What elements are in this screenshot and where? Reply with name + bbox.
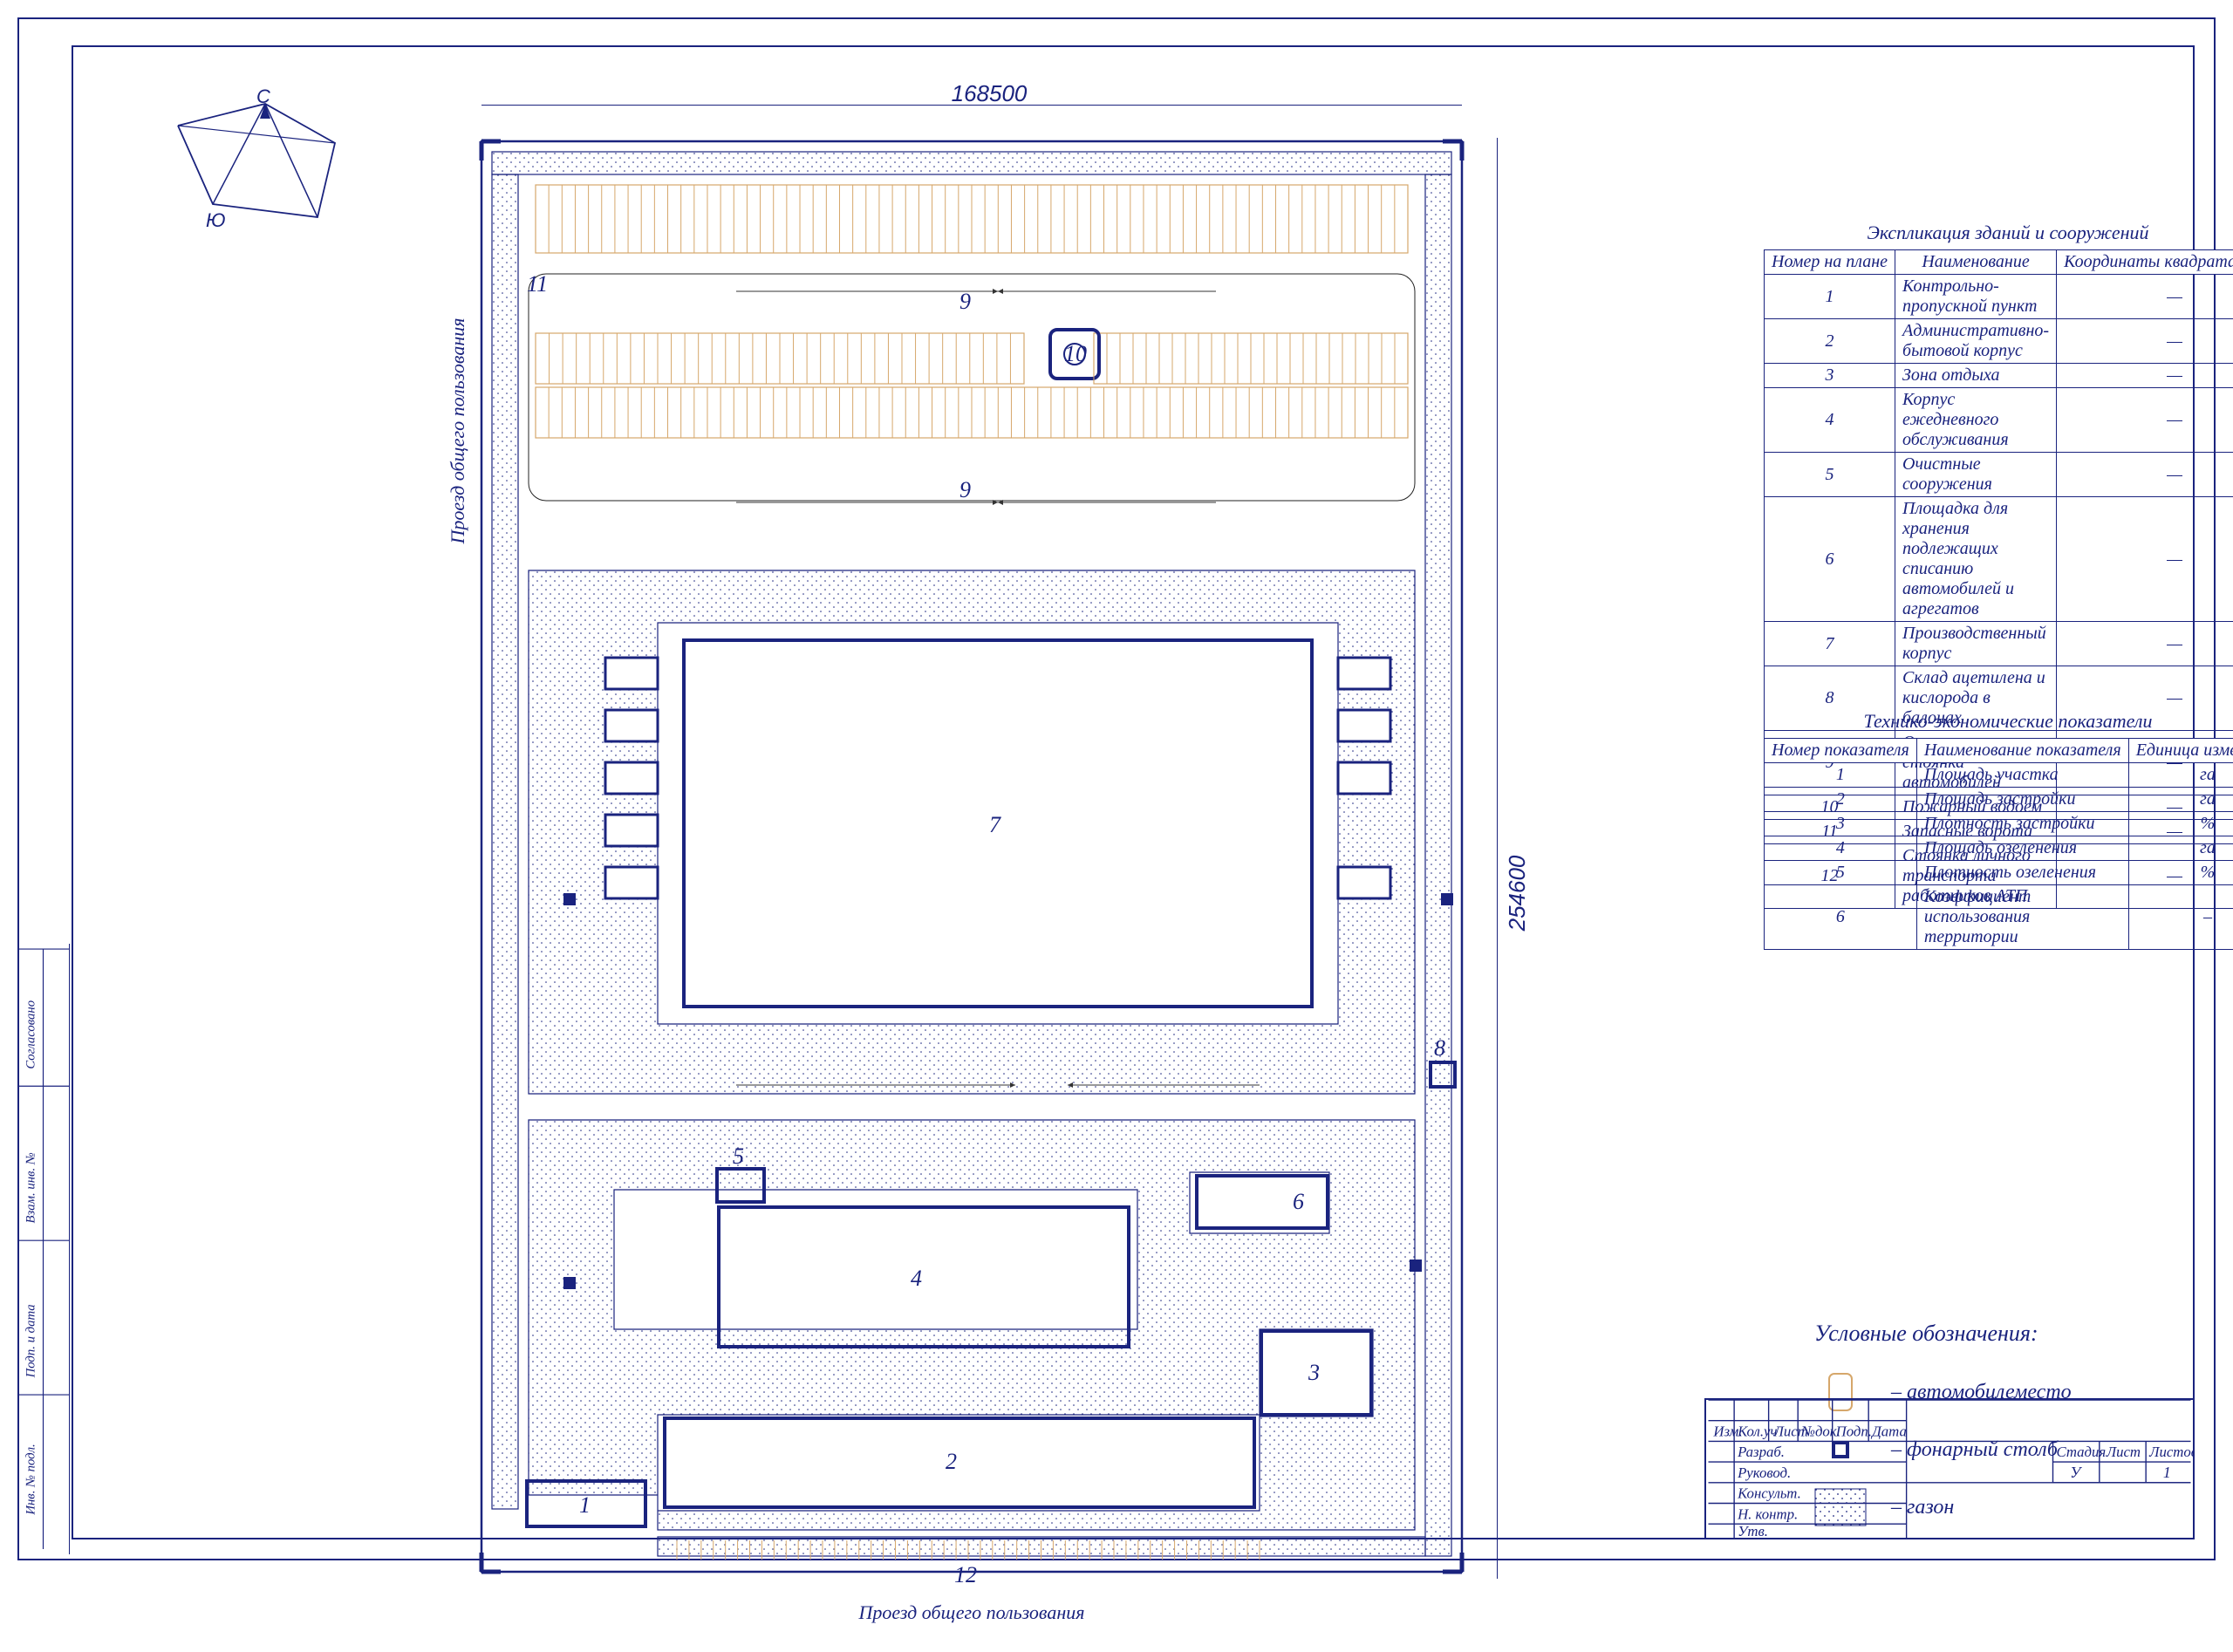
svg-text:9: 9 (959, 289, 971, 314)
svg-text:Подп. и дата: Подп. и дата (24, 1304, 38, 1378)
svg-text:Кол.уч: Кол.уч (1737, 1423, 1777, 1439)
legend-title: Условные обозначения: (1814, 1321, 2233, 1347)
indicators-title: Технико-экономические показатели (1764, 710, 2233, 733)
svg-text:8: 8 (1434, 1035, 1445, 1061)
svg-text:Подп.: Подп. (1835, 1423, 1872, 1439)
svg-text:Взам. инв. №: Взам. инв. № (24, 1152, 38, 1223)
svg-text:7: 7 (989, 812, 1001, 837)
road-label-bottom: Проезд общего пользования (475, 1601, 1469, 1624)
indicators-table: Номер показателя Наименование показателя… (1764, 738, 2233, 950)
svg-text:4: 4 (911, 1266, 922, 1291)
dim-width: 168500 (492, 80, 1486, 107)
svg-text:Стадия: Стадия (2056, 1444, 2106, 1460)
svg-text:1: 1 (579, 1492, 591, 1518)
explication-row: 5Очистные сооружения— (1765, 453, 2233, 497)
svg-text:Листов: Листов (2148, 1444, 2193, 1460)
svg-text:1: 1 (2163, 1464, 2171, 1481)
site-plan: 10 (475, 134, 1469, 1600)
svg-text:3: 3 (1308, 1360, 1320, 1385)
title-block: Изм. Кол.уч Лист №док. Подп. Дата Разраб… (1704, 1398, 2193, 1538)
svg-text:Согласовано: Согласовано (24, 1000, 38, 1069)
indicator-row: 4Площадь озелененияга0,6 (1765, 836, 2233, 861)
svg-text:11: 11 (527, 271, 548, 297)
indicator-row: 6Коэффициент использования территории–0,… (1765, 885, 2233, 950)
svg-text:9: 9 (959, 477, 971, 502)
svg-text:6: 6 (1293, 1189, 1304, 1214)
compass: С Ю (160, 91, 352, 230)
svg-text:Лист: Лист (2106, 1444, 2141, 1460)
dim-height: 254600 (1504, 856, 1531, 932)
indicator-row: 2Площадь застройкига1,93 (1765, 788, 2233, 812)
explication-block: Экспликация зданий и сооружений Номер на… (1764, 222, 2233, 249)
svg-text:2: 2 (946, 1449, 957, 1474)
indicator-row: 1Площадь участкага4,29 (1765, 763, 2233, 788)
compass-south: Ю (206, 209, 226, 232)
svg-text:Утв.: Утв. (1738, 1523, 1768, 1538)
explication-row: 1Контрольно-пропускной пункт— (1765, 275, 2233, 319)
explication-row: 3Зона отдыха— (1765, 364, 2233, 388)
left-margin-stamp: Инв. № подл. Подп. и дата Взам. инв. № С… (19, 944, 70, 1554)
svg-text:12: 12 (954, 1562, 977, 1587)
explication-title: Экспликация зданий и сооружений (1764, 222, 2233, 244)
explication-row: 7Производственный корпус— (1765, 622, 2233, 666)
indicator-row: 3Плотность застройки%45 (1765, 812, 2233, 836)
explication-row: 2Административно-бытовой корпус— (1765, 319, 2233, 364)
svg-text:№док.: №док. (1800, 1423, 1840, 1439)
dim-line-right (1497, 138, 1498, 1579)
dim-height-wrap: 254600 (1504, 134, 1530, 1652)
svg-text:Дата: Дата (1870, 1423, 1907, 1439)
svg-text:10: 10 (1064, 341, 1087, 366)
explication-row: 4Корпус ежедневного обслуживания— (1765, 388, 2233, 453)
svg-text:Руковод.: Руковод. (1737, 1464, 1791, 1481)
svg-text:Инв. № подл.: Инв. № подл. (24, 1444, 38, 1515)
road-label-left: Проезд общего пользования (447, 169, 469, 693)
inner-frame: С Ю 168500 254600 Проезд общего пользова… (72, 45, 2195, 1539)
svg-text:Консульт.: Консульт. (1737, 1485, 1801, 1502)
indicators-block: Технико-экономические показатели Номер п… (1764, 710, 2233, 738)
svg-text:5: 5 (733, 1143, 744, 1169)
svg-text:Разраб.: Разраб. (1737, 1444, 1785, 1460)
svg-text:Н. контр.: Н. контр. (1737, 1505, 1798, 1522)
svg-text:У: У (2070, 1464, 2082, 1481)
drawing-sheet: С Ю 168500 254600 Проезд общего пользова… (17, 17, 2216, 1560)
explication-row: 6Площадка для хранения подлежащих списан… (1765, 497, 2233, 622)
indicator-row: 5Плотность озеленения%15 (1765, 861, 2233, 885)
compass-north: С (256, 85, 270, 108)
